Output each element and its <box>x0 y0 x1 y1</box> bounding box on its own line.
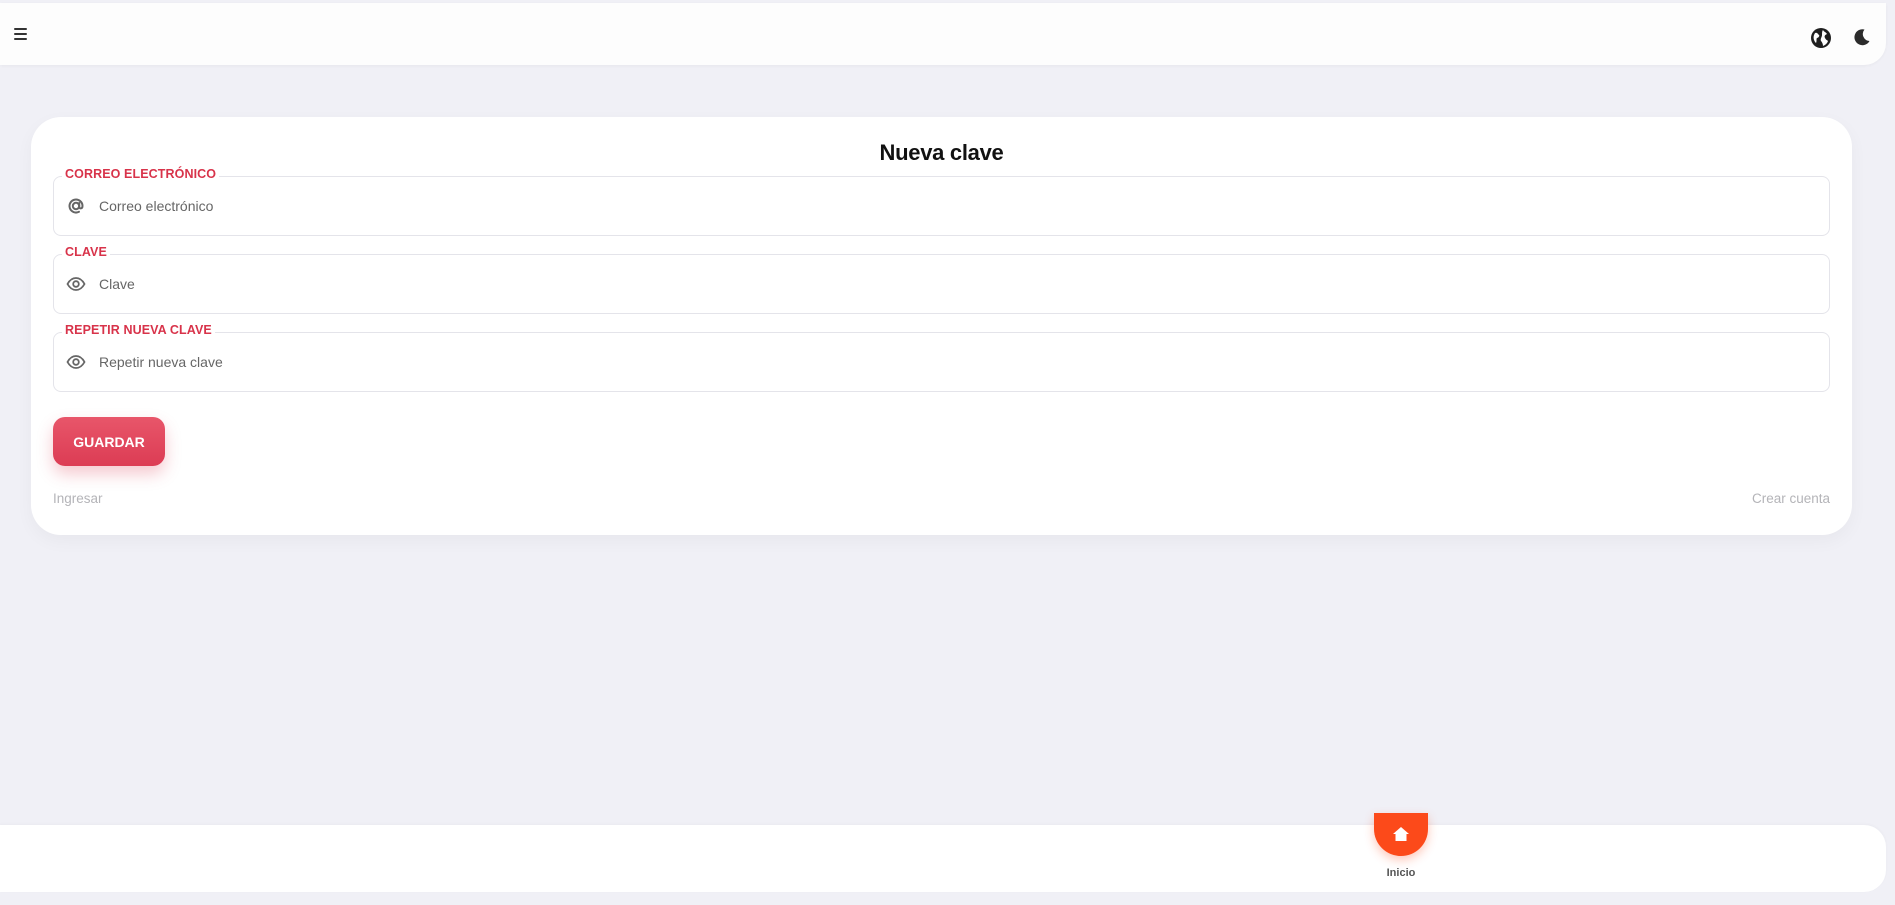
repeat-password-field: REPETIR NUEVA CLAVE <box>53 323 1830 392</box>
login-link[interactable]: Ingresar <box>53 491 103 506</box>
at-sign-icon <box>66 196 86 216</box>
eye-icon[interactable] <box>66 352 86 372</box>
nav-item-label: Inicio <box>1386 867 1416 879</box>
top-app-bar <box>0 3 1886 65</box>
email-input[interactable] <box>99 191 1799 221</box>
repeat-password-field-label: REPETIR NUEVA CLAVE <box>62 323 215 337</box>
new-password-card: Nueva clave CORREO ELECTRÓNICO CLAVE REP… <box>31 117 1852 535</box>
nav-item-home[interactable]: Inicio <box>1374 813 1430 892</box>
create-account-link[interactable]: Crear cuenta <box>1752 491 1830 506</box>
page-title: Nueva clave <box>879 140 1004 165</box>
moon-icon[interactable] <box>1852 27 1872 47</box>
email-field: CORREO ELECTRÓNICO <box>53 167 1830 236</box>
email-field-label: CORREO ELECTRÓNICO <box>62 167 220 181</box>
password-field-label: CLAVE <box>62 245 110 259</box>
save-button[interactable]: GUARDAR <box>53 417 165 466</box>
password-field: CLAVE <box>53 245 1830 314</box>
home-button[interactable] <box>1374 813 1428 856</box>
hamburger-menu-icon[interactable] <box>14 25 30 43</box>
bottom-nav-bar: Inicio <box>0 813 1886 892</box>
eye-icon[interactable] <box>66 274 86 294</box>
password-input[interactable] <box>99 269 1799 299</box>
repeat-password-input[interactable] <box>99 347 1799 377</box>
globe-icon[interactable] <box>1810 27 1832 49</box>
home-icon <box>1392 826 1410 842</box>
